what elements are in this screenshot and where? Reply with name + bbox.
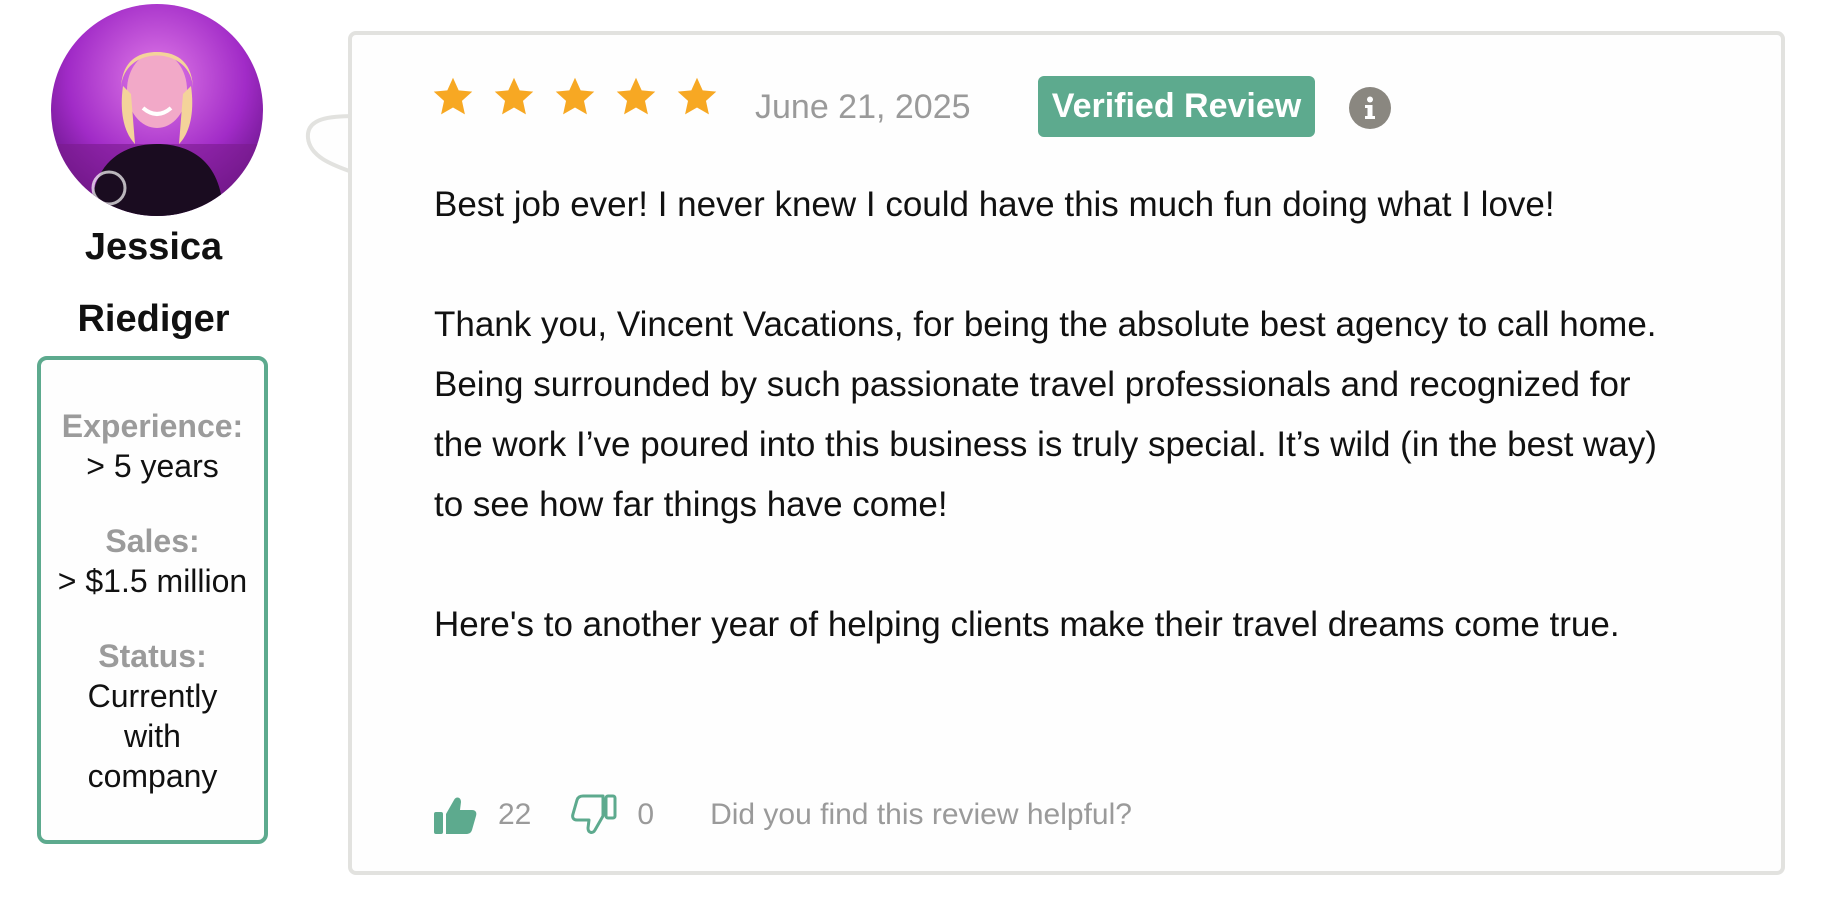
star-icon [494,77,534,115]
stat-value: > $1.5 million [57,563,248,599]
reviewer-last-name: Riediger [77,298,230,340]
review-paragraph: Here's to another year of helping client… [434,605,1620,644]
star-icon [433,77,473,115]
reviewer-first-name: Jessica [84,226,223,268]
reviewer-avatar [51,4,263,216]
review-paragraph: Thank you, Vincent Vacations, for being … [434,305,1657,524]
stat-label: Status: [98,638,207,674]
stat-value: > 5 years [86,448,219,484]
reviewer-stats-box: Experience: > 5 years Sales: > $1.5 mill… [37,356,268,844]
thumbs-up-icon[interactable] [432,792,478,838]
stat-value: Currently with company [87,678,218,794]
star-rating [431,75,719,119]
stat-label: Sales: [105,523,200,559]
review-paragraph: Best job ever! I never knew I could have… [434,185,1555,224]
helpful-footer: 22 0 Did you find this review helpful? [432,790,1132,840]
star-icon [616,77,656,115]
verified-review-badge: Verified Review [1038,76,1315,137]
review-body: Best job ever! I never knew I could have… [434,175,1684,715]
thumbs-down-count: 0 [637,798,655,831]
helpful-prompt: Did you find this review helpful? [710,798,1132,831]
review-date: June 21, 2025 [755,88,971,126]
stat-label: Experience: [61,408,244,444]
info-icon[interactable] [1349,87,1391,129]
reviewer-name: Jessica Riediger [0,211,307,355]
review-card: June 21, 2025 Verified Review Best job e… [348,31,1785,875]
stat-sales: Sales: > $1.5 million [41,521,264,601]
stat-status: Status: Currently with company [41,636,264,796]
thumbs-up-count: 22 [498,798,532,831]
star-icon [555,77,595,115]
star-icon [677,77,717,115]
thumbs-down-icon[interactable] [571,792,617,838]
stat-experience: Experience: > 5 years [41,406,264,486]
